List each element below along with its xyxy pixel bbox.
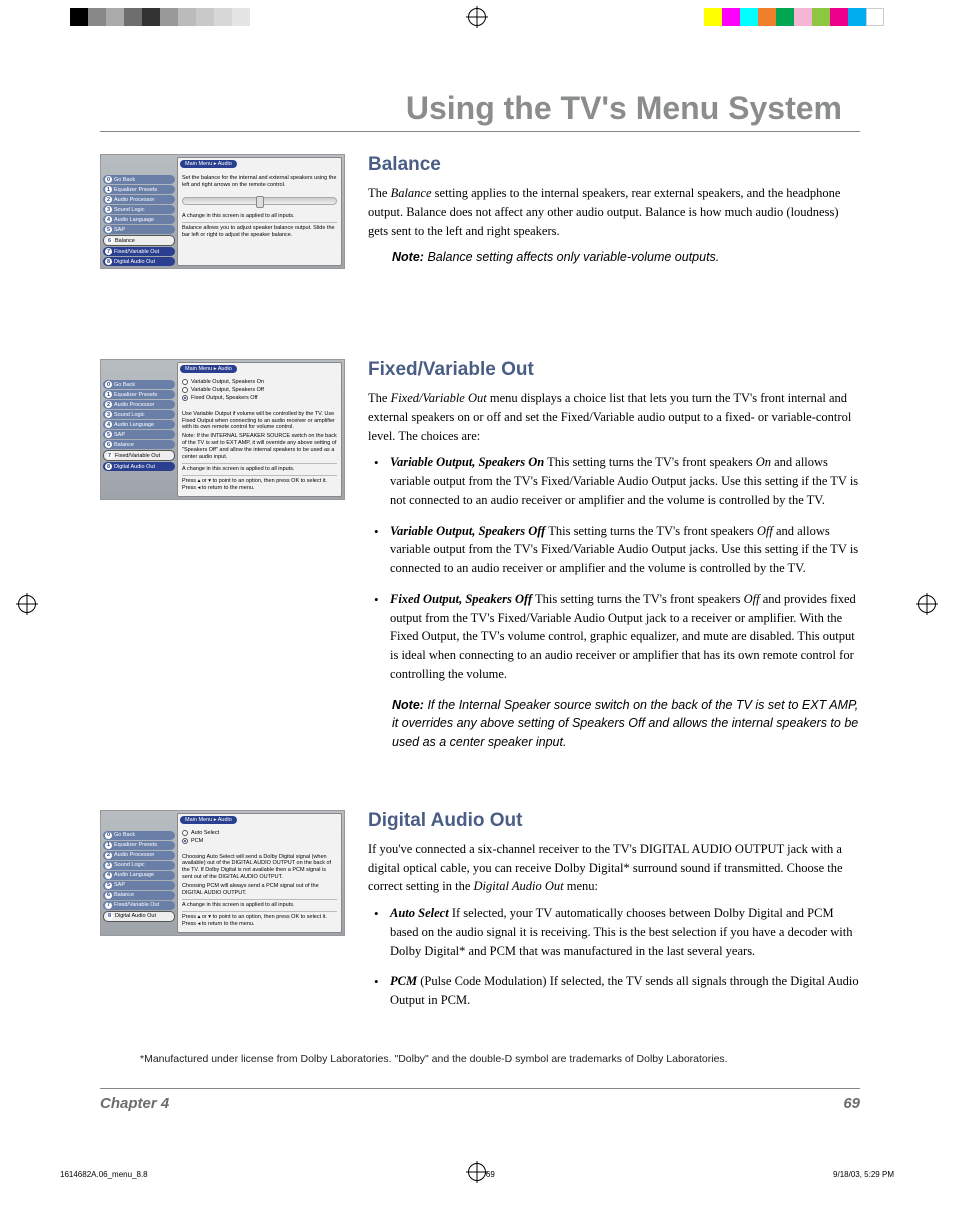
menu-screenshot-digital: 0Go Back1Equalizer Presets2Audio Process… bbox=[100, 810, 345, 937]
meta-sheet: 69 bbox=[486, 1170, 495, 1179]
panel-help-text: A change in this screen is applied to al… bbox=[182, 902, 337, 909]
list-item: Auto Select If selected, your TV automat… bbox=[368, 904, 860, 960]
radio-icon bbox=[182, 387, 188, 393]
breadcrumb: Main Menu ▸ Audio bbox=[180, 816, 237, 824]
list-item: Variable Output, Speakers On This settin… bbox=[368, 453, 860, 509]
radio-icon bbox=[182, 838, 188, 844]
menu-item[interactable]: 4Audio Language bbox=[103, 215, 175, 224]
menu-item[interactable]: 8Digital Audio Out bbox=[103, 911, 175, 922]
panel-help-text: Press ▴ or ▾ to point to an option, then… bbox=[182, 478, 337, 492]
menu-item[interactable]: 8Digital Audio Out bbox=[103, 462, 175, 471]
list-item: Variable Output, Speakers Off This setti… bbox=[368, 522, 860, 578]
menu-item[interactable]: 6Balance bbox=[103, 440, 175, 449]
note: Note: If the Internal Speaker source swi… bbox=[392, 696, 860, 752]
breadcrumb: Main Menu ▸ Audio bbox=[180, 160, 237, 168]
radio-option[interactable]: Variable Output, Speakers On bbox=[182, 379, 337, 386]
radio-option[interactable]: PCM bbox=[182, 838, 337, 845]
registration-mark-icon bbox=[18, 595, 36, 613]
footer-chapter: Chapter 4 bbox=[100, 1095, 169, 1112]
body-paragraph: If you've connected a six-channel receiv… bbox=[368, 840, 860, 896]
list-item: Fixed Output, Speakers Off This setting … bbox=[368, 590, 860, 684]
section-heading-fixedvar: Fixed/Variable Out bbox=[368, 359, 860, 381]
menu-item[interactable]: 1Equalizer Presets bbox=[103, 185, 175, 194]
panel-help-text: A change in this screen is applied to al… bbox=[182, 466, 337, 473]
registration-mark-icon bbox=[468, 8, 486, 26]
radio-icon bbox=[182, 830, 188, 836]
menu-item[interactable]: 0Go Back bbox=[103, 175, 175, 184]
panel-help-text: Choosing Auto Select will send a Dolby D… bbox=[182, 854, 337, 882]
radio-label: Fixed Output, Speakers Off bbox=[191, 395, 258, 402]
menu-item[interactable]: 5SAP bbox=[103, 881, 175, 890]
radio-option[interactable]: Variable Output, Speakers Off bbox=[182, 387, 337, 394]
menu-item[interactable]: 7Fixed/Variable Out bbox=[103, 247, 175, 256]
footnote: *Manufactured under license from Dolby L… bbox=[140, 1053, 728, 1065]
radio-icon bbox=[182, 379, 188, 385]
menu-item[interactable]: 0Go Back bbox=[103, 831, 175, 840]
color-bar-left bbox=[70, 8, 250, 26]
body-paragraph: The Fixed/Variable Out menu displays a c… bbox=[368, 389, 860, 445]
radio-label: PCM bbox=[191, 838, 203, 845]
breadcrumb: Main Menu ▸ Audio bbox=[180, 365, 237, 373]
menu-item[interactable]: 0Go Back bbox=[103, 380, 175, 389]
menu-item[interactable]: 3Sound Logic bbox=[103, 410, 175, 419]
menu-item[interactable]: 6Balance bbox=[103, 235, 175, 246]
panel-help-text: Press ▴ or ▾ to point to an option, then… bbox=[182, 914, 337, 928]
page-title: Using the TV's Menu System bbox=[100, 50, 860, 132]
section-heading-balance: Balance bbox=[368, 154, 860, 176]
panel-help-text: Balance allows you to adjust speaker bal… bbox=[182, 225, 337, 239]
menu-item[interactable]: 7Fixed/Variable Out bbox=[103, 901, 175, 910]
body-paragraph: The Balance setting applies to the inter… bbox=[368, 184, 860, 240]
menu-item[interactable]: 4Audio Language bbox=[103, 420, 175, 429]
menu-item[interactable]: 6Balance bbox=[103, 891, 175, 900]
menu-item[interactable]: 4Audio Language bbox=[103, 871, 175, 880]
registration-mark-icon bbox=[918, 595, 936, 613]
menu-item[interactable]: 2Audio Processor bbox=[103, 195, 175, 204]
radio-label: Auto Select bbox=[191, 830, 219, 837]
menu-item[interactable]: 1Equalizer Presets bbox=[103, 841, 175, 850]
panel-help-text: Note: If the INTERNAL SPEAKER SOURCE swi… bbox=[182, 433, 337, 461]
menu-item[interactable]: 2Audio Processor bbox=[103, 851, 175, 860]
panel-help-text: Set the balance for the internal and ext… bbox=[182, 175, 337, 189]
list-item: PCM (Pulse Code Modulation) If selected,… bbox=[368, 972, 860, 1010]
menu-item[interactable]: 1Equalizer Presets bbox=[103, 390, 175, 399]
menu-item[interactable]: 5SAP bbox=[103, 430, 175, 439]
menu-screenshot-fixedvar: 0Go Back1Equalizer Presets2Audio Process… bbox=[100, 359, 345, 500]
menu-item[interactable]: 7Fixed/Variable Out bbox=[103, 450, 175, 461]
meta-timestamp: 9/18/03, 5:29 PM bbox=[833, 1170, 894, 1179]
radio-option[interactable]: Auto Select bbox=[182, 830, 337, 837]
panel-help-text: A change in this screen is applied to al… bbox=[182, 213, 337, 220]
color-bar-right bbox=[704, 8, 884, 26]
balance-slider[interactable] bbox=[182, 197, 337, 205]
footer-page: 69 bbox=[843, 1095, 860, 1112]
radio-option[interactable]: Fixed Output, Speakers Off bbox=[182, 395, 337, 402]
menu-item[interactable]: 3Sound Logic bbox=[103, 205, 175, 214]
panel-help-text: Use Variable Output if volume will be co… bbox=[182, 411, 337, 432]
note: Note: Balance setting affects only varia… bbox=[392, 248, 860, 267]
menu-item[interactable]: 2Audio Processor bbox=[103, 400, 175, 409]
section-heading-digital: Digital Audio Out bbox=[368, 810, 860, 832]
panel-help-text: Choosing PCM will always send a PCM sign… bbox=[182, 883, 337, 897]
menu-item[interactable]: 5SAP bbox=[103, 225, 175, 234]
menu-item[interactable]: 8Digital Audio Out bbox=[103, 257, 175, 266]
radio-label: Variable Output, Speakers On bbox=[191, 379, 264, 386]
menu-screenshot-balance: 0Go Back1Equalizer Presets2Audio Process… bbox=[100, 154, 345, 269]
meta-filename: 1614682A.06_menu_8.8 bbox=[60, 1170, 148, 1179]
radio-label: Variable Output, Speakers Off bbox=[191, 387, 264, 394]
menu-item[interactable]: 3Sound Logic bbox=[103, 861, 175, 870]
radio-icon bbox=[182, 395, 188, 401]
